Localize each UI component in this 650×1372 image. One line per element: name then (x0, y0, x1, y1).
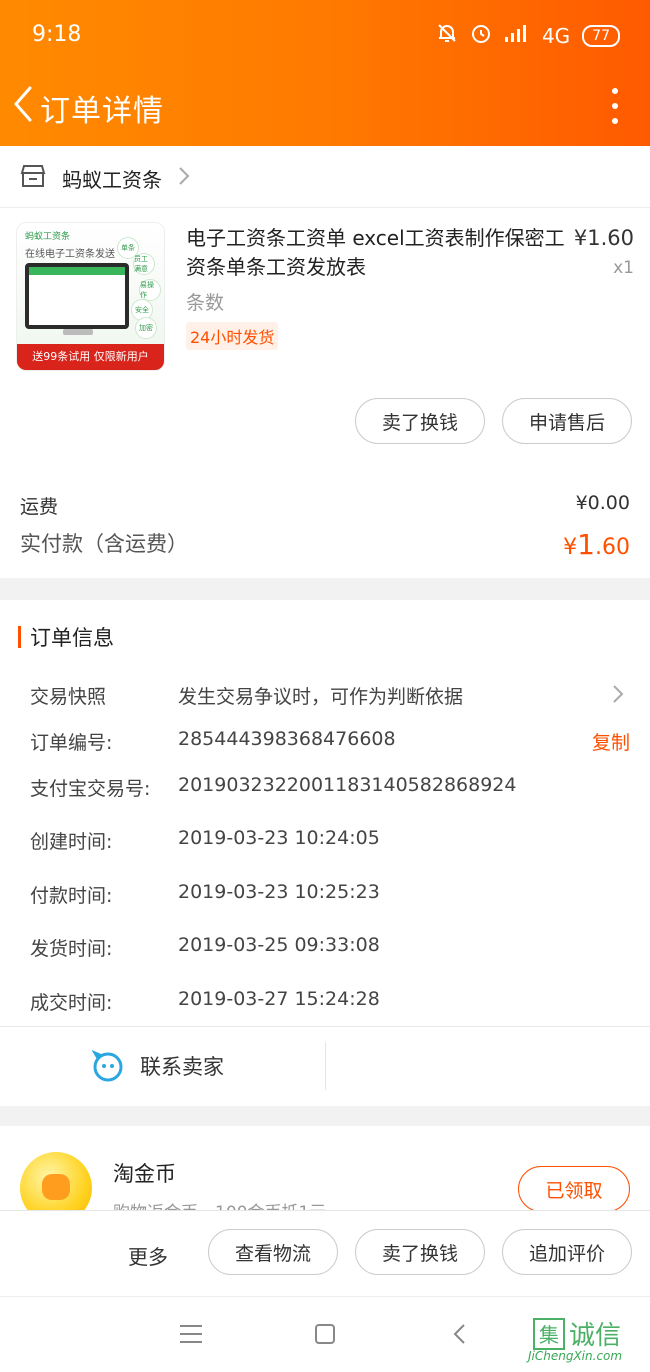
closed-time-label: 成交时间: (30, 992, 113, 1014)
chevron-right-icon (178, 166, 190, 186)
status-time: 9:18 (32, 22, 82, 47)
product-sku: 条数 (186, 292, 225, 314)
menu-icon[interactable] (180, 1325, 202, 1343)
monitor-graphic (25, 263, 129, 329)
claimed-button[interactable]: 已领取 (518, 1166, 630, 1212)
back-icon[interactable] (452, 1323, 466, 1345)
created-time-value: 2019-03-23 10:24:05 (178, 827, 380, 849)
back-arrow-icon[interactable] (10, 84, 38, 124)
divider (325, 1042, 326, 1090)
thumb-bubble: 员工满意 (133, 253, 155, 275)
shop-row[interactable]: 蚂蚁工资条 (0, 146, 650, 208)
paid-time-value: 2019-03-23 10:25:23 (178, 881, 380, 903)
created-time-label: 创建时间: (30, 831, 113, 853)
header: 9:18 4G 77 订单详情 (0, 0, 650, 146)
shipped-time-value: 2019-03-25 09:33:08 (178, 934, 380, 956)
shipping-fee-label: 运费 (20, 496, 59, 518)
sell-button[interactable]: 卖了换钱 (355, 398, 485, 444)
page-title: 订单详情 (40, 94, 164, 129)
order-number-label: 订单编号: (30, 732, 113, 754)
mute-bell-icon (436, 22, 458, 49)
watermark-brand: 诚信 (569, 1321, 622, 1351)
product-thumbnail[interactable]: 蚂蚁工资条 在线电子工资条发送 单条 员工满意 易操作 安全 加密 送99条试用… (16, 222, 165, 371)
add-review-button[interactable]: 追加评价 (502, 1229, 632, 1275)
bottom-action-bar: 更多 查看物流 卖了换钱 追加评价 (0, 1210, 650, 1296)
contact-seller-label: 联系卖家 (140, 1055, 224, 1079)
monitor-stand (63, 329, 93, 335)
snapshot-label: 交易快照 (30, 686, 107, 708)
more-options-icon[interactable] (610, 88, 620, 124)
divider (0, 1026, 650, 1027)
paid-currency: ¥ (563, 535, 578, 560)
thumb-subtitle: 在线电子工资条发送 (25, 249, 115, 260)
product-quantity: x1 (613, 258, 634, 278)
section-accent-bar (18, 626, 21, 648)
paid-time-label: 付款时间: (30, 885, 113, 907)
paid-amount-value: ¥1.60 (563, 528, 630, 561)
shipping-fee-value: ¥0.00 (575, 492, 630, 514)
thumb-bubble: 加密 (135, 317, 157, 339)
watermark-logo: 集 诚信 (533, 1315, 621, 1352)
section-title: 订单信息 (30, 626, 114, 650)
after-sale-button[interactable]: 申请售后 (502, 398, 632, 444)
alipay-number-label: 支付宝交易号: (30, 778, 151, 800)
shipped-time-label: 发货时间: (30, 938, 113, 960)
copy-button[interactable]: 复制 (592, 728, 630, 755)
thumb-logo: 蚂蚁工资条 (25, 232, 71, 242)
shipping-badge: 24小时发货 (186, 322, 279, 350)
alarm-icon (470, 22, 492, 49)
track-shipment-button[interactable]: 查看物流 (208, 1229, 338, 1275)
closed-time-value: 2019-03-27 15:24:28 (178, 988, 380, 1010)
status-icons: 4G 77 (436, 22, 620, 49)
more-button[interactable]: 更多 (128, 1241, 168, 1270)
signal-icon (504, 23, 530, 48)
chevron-right-icon[interactable] (612, 684, 624, 704)
thumb-banner: 送99条试用 仅限新用户 (17, 344, 164, 370)
contact-seller-button[interactable]: 联系卖家 (91, 1044, 224, 1088)
order-info-card: 订单信息 交易快照 发生交易争议时，可作为判断依据 订单编号: 28544439… (0, 600, 650, 1106)
sell-button[interactable]: 卖了换钱 (355, 1229, 485, 1275)
order-number-value: 285444398368476608 (178, 728, 396, 750)
battery-icon: 77 (582, 24, 620, 47)
home-icon[interactable] (315, 1324, 335, 1344)
order-product-card: 蚂蚁工资条 蚂蚁工资条 在线电子工资条发送 单条 员工满意 易操作 安全 加密 … (0, 146, 650, 578)
snapshot-value[interactable]: 发生交易争议时，可作为判断依据 (178, 682, 463, 709)
product-title[interactable]: 电子工资条工资单 excel工资表制作保密工资条单条工资发放表 (186, 224, 566, 282)
store-icon (20, 164, 46, 188)
network-label: 4G (541, 23, 571, 48)
paid-amount-label: 实付款（含运费） (20, 532, 188, 556)
coins-card: 淘金币 购物返金币，100金币抵1元 已领取 (0, 1126, 650, 1216)
paid-integer: 1 (577, 528, 595, 561)
watermark-glyph: 集 (533, 1317, 565, 1350)
alipay-number-value: 2019032322001183140582868924 (178, 774, 517, 796)
system-nav-bar: 集 诚信 JiChengXin.com (0, 1296, 650, 1372)
paid-decimal: .60 (595, 535, 630, 560)
coins-title: 淘金币 (113, 1162, 176, 1186)
thumb-bubble: 易操作 (139, 279, 161, 301)
watermark-url: JiChengXin.com (528, 1349, 623, 1363)
shop-name: 蚂蚁工资条 (62, 168, 162, 192)
product-price: ¥1.60 (573, 226, 634, 250)
chat-face-icon (91, 1049, 124, 1082)
gold-coin-icon (20, 1152, 92, 1216)
